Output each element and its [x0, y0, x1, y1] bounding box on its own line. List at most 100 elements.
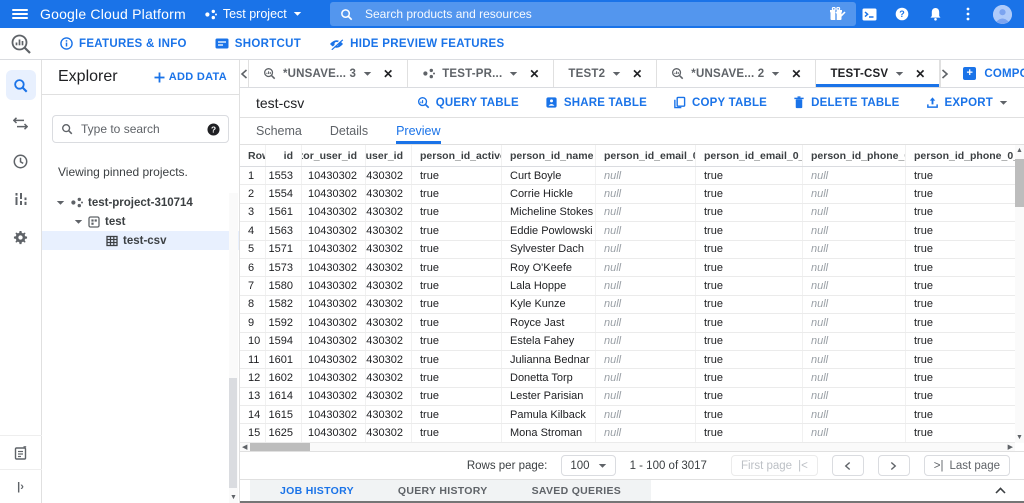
avatar[interactable] [993, 5, 1012, 24]
table-action-button[interactable]: EXPORT [926, 96, 1009, 109]
explorer-search-input[interactable]: Type to search ? [52, 115, 229, 143]
editor-tab[interactable]: *UNSAVE... 3 ✕ [249, 60, 408, 87]
history-tab[interactable]: SAVED QUERIES [510, 480, 643, 501]
table-action-button[interactable]: COPY TABLE [673, 96, 767, 109]
tabs-scroll-right-icon[interactable] [940, 60, 949, 87]
explorer-scrollbar[interactable]: ▼ [229, 193, 238, 503]
shortcut-button[interactable]: SHORTCUT [215, 38, 301, 50]
view-tab[interactable]: Preview [396, 118, 440, 144]
global-search-input[interactable]: Search products and resources [330, 2, 856, 26]
table-cell: Lala Hoppe [502, 277, 596, 294]
table-cell: null [803, 424, 906, 441]
history-tab[interactable]: QUERY HISTORY [376, 480, 510, 501]
chevron-down-icon[interactable] [363, 71, 372, 77]
close-icon[interactable]: ✕ [632, 67, 642, 81]
rail-history-icon[interactable] [6, 146, 36, 176]
editor-tab[interactable]: TEST2 ✕ [554, 60, 657, 87]
horizontal-scrollbar-thumb[interactable] [250, 443, 310, 451]
vertical-scrollbar-thumb[interactable] [1015, 159, 1024, 207]
table-cell: Mona Stroman [502, 424, 596, 441]
scroll-left-icon[interactable]: ◀ [240, 443, 249, 451]
chevron-down-icon[interactable] [895, 71, 904, 77]
first-page-button[interactable]: First page|< [731, 455, 818, 476]
tree-item[interactable]: test-project-310714 [42, 193, 239, 212]
table-action-button[interactable]: DELETE TABLE [793, 96, 899, 109]
rail-transfers-icon[interactable] [6, 108, 36, 138]
history-tab[interactable]: JOB HISTORY [258, 480, 376, 501]
more-vert-icon[interactable] [960, 6, 976, 22]
table-action-label: SHARE TABLE [564, 97, 647, 109]
scroll-right-icon[interactable]: ▶ [1006, 443, 1015, 451]
rows-per-page-select[interactable]: 100 [561, 455, 615, 476]
table-action-button[interactable]: QUERY TABLE [417, 96, 519, 109]
horizontal-scrollbar[interactable]: ◀ ▶ [240, 443, 1015, 451]
chevron-down-icon[interactable] [509, 71, 518, 77]
shortcut-icon [215, 38, 229, 49]
features-info-button[interactable]: FEATURES & INFO [60, 37, 187, 50]
notifications-icon[interactable] [927, 6, 943, 22]
add-data-button[interactable]: ADD DATA [154, 71, 227, 83]
rail-search-icon[interactable] [6, 70, 36, 100]
table-cell: 5 [240, 241, 266, 258]
table-cell: 11 [240, 351, 266, 368]
tree-item[interactable]: test [42, 212, 239, 231]
table-cell: true [696, 222, 803, 239]
close-icon[interactable]: ✕ [915, 67, 925, 81]
release-notes-icon[interactable] [0, 435, 42, 469]
expand-caret-icon[interactable] [56, 200, 65, 206]
tree-item[interactable]: test-csv [42, 231, 239, 250]
table-cell: true [696, 204, 803, 221]
table-cell: 10430302 [366, 406, 412, 423]
bigquery-logo[interactable] [0, 28, 42, 59]
pagination-bar: Rows per page: 100 1 - 100 of 3017 First… [240, 451, 1024, 479]
chevron-down-icon[interactable] [835, 11, 846, 18]
cloud-shell-icon[interactable] [861, 6, 877, 22]
scroll-up-icon[interactable]: ▲ [1016, 147, 1023, 154]
close-icon[interactable]: ✕ [791, 67, 801, 81]
compose-new-query-button[interactable]: + COMPOSE NEW QUERY [949, 60, 1024, 87]
expand-panel-icon[interactable]: |› [0, 469, 42, 503]
rail-monitoring-icon[interactable] [6, 184, 36, 214]
menu-icon[interactable] [0, 7, 40, 21]
view-tab[interactable]: Schema [256, 118, 302, 144]
export-icon [926, 96, 939, 109]
table-cell: null [596, 406, 696, 423]
table-action-button[interactable]: SHARE TABLE [545, 96, 647, 109]
editor-tab[interactable]: TEST-PR... ✕ [408, 60, 554, 87]
collapse-panel-icon[interactable] [995, 480, 1006, 501]
last-page-button[interactable]: >|Last page [924, 455, 1010, 476]
next-page-button[interactable] [878, 455, 910, 476]
table-cell: true [412, 406, 502, 423]
table-cell: 10430302 [366, 333, 412, 350]
previous-page-button[interactable] [832, 455, 864, 476]
help-circle-icon[interactable]: ? [207, 123, 220, 136]
close-icon[interactable]: ✕ [383, 67, 393, 81]
table-cell: 1614 [266, 388, 302, 405]
rail-settings-icon[interactable] [6, 222, 36, 252]
scroll-down-icon[interactable]: ▼ [1016, 434, 1023, 441]
table-cell: null [596, 167, 696, 184]
chevron-down-icon[interactable] [771, 71, 780, 77]
help-icon[interactable]: ? [894, 6, 910, 22]
chevron-down-icon[interactable] [612, 71, 621, 77]
editor-tab[interactable]: *UNSAVE... 2 ✕ [657, 60, 816, 87]
table-cell: true [906, 204, 1015, 221]
close-icon[interactable]: ✕ [529, 67, 539, 81]
project-selector[interactable]: Test project [204, 7, 302, 21]
scroll-down-icon[interactable]: ▼ [230, 494, 237, 501]
editor-tab[interactable]: TEST-CSV ✕ [816, 60, 940, 87]
view-tab[interactable]: Details [330, 118, 368, 144]
product-name[interactable]: Google Cloud Platform [40, 6, 186, 22]
table-cell: true [906, 222, 1015, 239]
vertical-scrollbar[interactable]: ▲ ▼ [1015, 145, 1024, 443]
table-cell: null [596, 333, 696, 350]
table-cell: true [906, 388, 1015, 405]
explorer-scrollbar-thumb[interactable] [229, 378, 237, 488]
expand-caret-icon[interactable] [74, 219, 83, 225]
tabs-scroll-left-icon[interactable] [240, 60, 249, 87]
table-cell: true [906, 351, 1015, 368]
table-cell: null [803, 277, 906, 294]
table-row: 415631043030210430302trueEddie Powlowski… [240, 222, 1015, 240]
table-cell: null [803, 185, 906, 202]
hide-preview-features-button[interactable]: HIDE PREVIEW FEATURES [329, 38, 504, 50]
